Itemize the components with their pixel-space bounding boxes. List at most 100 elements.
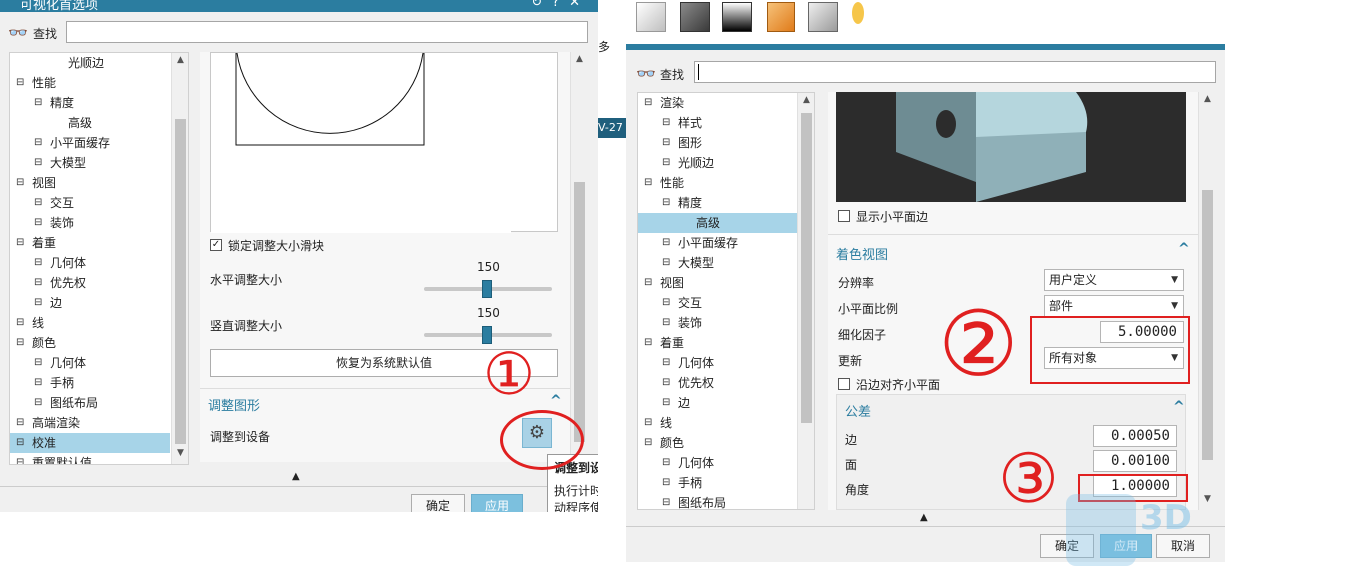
- collapse-chevron-icon[interactable]: ^: [1173, 399, 1185, 415]
- cube-shaded-icon[interactable]: [680, 2, 710, 32]
- scroll-up-arrow[interactable]: ▲: [798, 95, 814, 109]
- expand-up-arrow-icon[interactable]: ▲: [292, 471, 300, 482]
- tree-expander-icon[interactable]: ⊟: [34, 98, 43, 108]
- right-panel-scrollbar[interactable]: ▲ ▼: [1198, 92, 1215, 510]
- tree-expander-icon[interactable]: ⊟: [16, 418, 25, 428]
- tree-expander-icon[interactable]: ⊟: [662, 378, 671, 388]
- tree-item[interactable]: ⊟ 图形: [638, 133, 798, 153]
- lock-slider-checkbox[interactable]: ✓: [210, 239, 222, 251]
- tree-item[interactable]: ⊟ 优先权: [10, 273, 170, 293]
- tree-item[interactable]: ⊟ 几何体: [10, 353, 170, 373]
- tree-item[interactable]: ⊟ 线: [10, 313, 170, 333]
- tree-item[interactable]: ⊟ 手柄: [10, 373, 170, 393]
- tree-expander-icon[interactable]: ⊟: [16, 458, 25, 465]
- tree-expander-icon[interactable]: ⊟: [662, 358, 671, 368]
- tree-item[interactable]: ⊟ 性能: [638, 173, 798, 193]
- light-bulb-icon[interactable]: [852, 2, 864, 24]
- tree-expander-icon[interactable]: ⊟: [644, 438, 653, 448]
- tree-expander-icon[interactable]: [52, 59, 61, 68]
- show-facet-edges-checkbox[interactable]: [838, 210, 850, 222]
- panel-scrollbar[interactable]: ▲: [570, 52, 587, 462]
- tree-item[interactable]: ⊟ 几何体: [10, 253, 170, 273]
- tree-item[interactable]: ⊟ 大模型: [638, 253, 798, 273]
- panel-scroll-down[interactable]: ▼: [1199, 494, 1216, 508]
- scroll-down-arrow[interactable]: ▼: [172, 448, 188, 462]
- tree-expander-icon[interactable]: ⊟: [644, 278, 653, 288]
- left-apply-button[interactable]: 应用: [471, 494, 523, 512]
- tree-expander-icon[interactable]: ⊟: [34, 198, 43, 208]
- left-find-input[interactable]: [66, 21, 588, 43]
- tree-expander-icon[interactable]: ⊟: [34, 278, 43, 288]
- tree-expander-icon[interactable]: ⊟: [644, 338, 653, 348]
- tree-item[interactable]: ⊟ 高端渲染: [10, 413, 170, 433]
- tree-item[interactable]: ⊟ 视图: [10, 173, 170, 193]
- tree-item[interactable]: ⊟ 图纸布局: [638, 493, 798, 509]
- tree-expander-icon[interactable]: ⊟: [34, 378, 43, 388]
- right-tree-scrollbar[interactable]: ▲: [797, 93, 814, 509]
- resolution-dropdown[interactable]: 用户定义 ▼: [1044, 269, 1184, 291]
- scroll-up-arrow[interactable]: ▲: [172, 55, 188, 69]
- tree-item[interactable]: ⊟ 边: [638, 393, 798, 413]
- panel-scroll-up[interactable]: ▲: [571, 54, 588, 68]
- left-ok-button[interactable]: 确定: [411, 494, 465, 512]
- tree-item[interactable]: ⊟ 渲染: [638, 93, 798, 113]
- face-tolerance-input[interactable]: 0.00100: [1093, 450, 1177, 472]
- tree-item[interactable]: ⊟ 交互: [638, 293, 798, 313]
- panel-scroll-thumb[interactable]: [574, 182, 585, 442]
- tree-item[interactable]: ⊟ 光顺边: [638, 153, 798, 173]
- left-tree-scrollbar[interactable]: ▲ ▼: [171, 53, 188, 464]
- edge-tolerance-input[interactable]: 0.00050: [1093, 425, 1177, 447]
- tree-item[interactable]: ⊟ 手柄: [638, 473, 798, 493]
- tree-item[interactable]: ⊟ 线: [638, 413, 798, 433]
- tree-item[interactable]: ⊟ 优先权: [638, 373, 798, 393]
- left-tree[interactable]: 光顺边 ⊟ 性能 ⊟ 精度 高级 ⊟ 小平面缓存 ⊟ 大模型 ⊟ 视图 ⊟ 交互 ⊟ 装饰 ⊟ 着重 ⊟ 几何体 ⊟ 优先…: [9, 52, 189, 465]
- cube-white-icon[interactable]: [636, 2, 666, 32]
- tree-item[interactable]: 高级: [638, 213, 798, 233]
- tree-item[interactable]: ⊟ 交互: [10, 193, 170, 213]
- tree-item[interactable]: ⊟ 几何体: [638, 453, 798, 473]
- viewport-tab[interactable]: V-27: [598, 118, 626, 138]
- tree-expander-icon[interactable]: ⊟: [34, 358, 43, 368]
- emphasis-icon[interactable]: [767, 2, 795, 32]
- right-find-input[interactable]: [694, 61, 1216, 83]
- tree-item[interactable]: ⊟ 边: [10, 293, 170, 313]
- scroll-thumb[interactable]: [175, 119, 186, 444]
- tree-expander-icon[interactable]: ⊟: [644, 418, 653, 428]
- tree-expander-icon[interactable]: ⊟: [34, 158, 43, 168]
- tree-item[interactable]: ⊟ 大模型: [10, 153, 170, 173]
- tree-item[interactable]: ⊟ 小平面缓存: [10, 133, 170, 153]
- tree-expander-icon[interactable]: ⊟: [662, 238, 671, 248]
- tree-expander-icon[interactable]: ⊟: [662, 258, 671, 268]
- tree-expander-icon[interactable]: ⊟: [16, 238, 25, 248]
- tree-expander-icon[interactable]: ⊟: [16, 438, 25, 448]
- tree-item[interactable]: ⊟ 颜色: [10, 333, 170, 353]
- tree-item[interactable]: 光顺边: [10, 53, 170, 73]
- expand-up-arrow-icon[interactable]: ▲: [920, 512, 928, 523]
- tree-expander-icon[interactable]: ⊟: [662, 398, 671, 408]
- tree-item[interactable]: ⊟ 校准: [10, 433, 170, 453]
- effects-icon[interactable]: [808, 2, 838, 32]
- tree-expander-icon[interactable]: ⊟: [662, 198, 671, 208]
- tree-item[interactable]: ⊟ 装饰: [638, 313, 798, 333]
- tree-expander-icon[interactable]: ⊟: [644, 178, 653, 188]
- tree-expander-icon[interactable]: ⊟: [16, 178, 25, 188]
- tree-item[interactable]: ⊟ 样式: [638, 113, 798, 133]
- scroll-thumb[interactable]: [801, 113, 812, 423]
- tree-item[interactable]: ⊟ 精度: [638, 193, 798, 213]
- tree-expander-icon[interactable]: ⊟: [34, 138, 43, 148]
- background-gradient-icon[interactable]: [722, 2, 752, 32]
- tree-item[interactable]: ⊟ 颜色: [638, 433, 798, 453]
- panel-scroll-thumb[interactable]: [1202, 190, 1213, 460]
- tree-expander-icon[interactable]: ⊟: [662, 318, 671, 328]
- tree-item[interactable]: ⊟ 图纸布局: [10, 393, 170, 413]
- tree-expander-icon[interactable]: ⊟: [34, 258, 43, 268]
- tree-expander-icon[interactable]: ⊟: [16, 78, 25, 88]
- tree-expander-icon[interactable]: ⊟: [662, 158, 671, 168]
- tree-expander-icon[interactable]: ⊟: [662, 298, 671, 308]
- tree-item[interactable]: ⊟ 着重: [638, 333, 798, 353]
- tree-item[interactable]: ⊟ 精度: [10, 93, 170, 113]
- align-edges-checkbox[interactable]: [838, 378, 850, 390]
- tree-item[interactable]: ⊟ 重置默认值: [10, 453, 170, 465]
- tree-item[interactable]: ⊟ 装饰: [10, 213, 170, 233]
- tree-item[interactable]: ⊟ 几何体: [638, 353, 798, 373]
